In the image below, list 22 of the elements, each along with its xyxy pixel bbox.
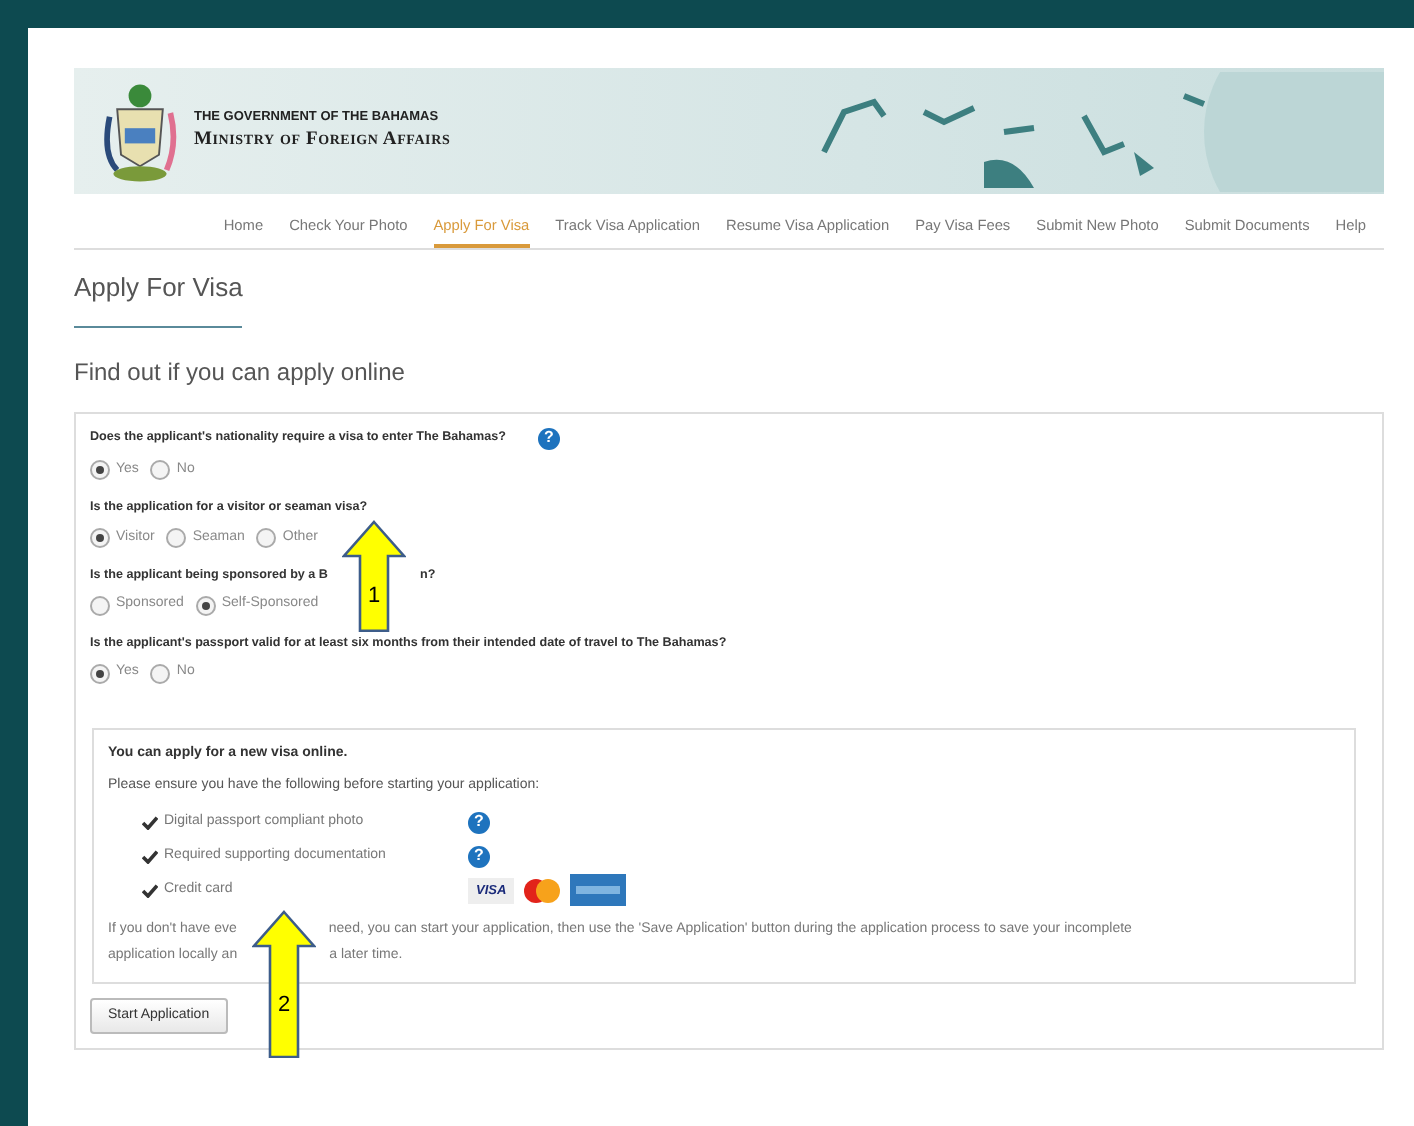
check-icon [142,883,158,898]
check-icon [142,815,158,830]
radio-button[interactable] [90,663,110,684]
radio-button[interactable] [90,527,110,548]
ministry-name: Ministry of Foreign Affairs [194,128,451,155]
section-title: Find out if you can apply online [74,355,407,390]
callout-number: 1 [367,583,381,608]
radio-button[interactable] [90,459,110,480]
help-icon[interactable]: ? [537,427,560,450]
radio-button[interactable] [166,527,187,548]
radio-button[interactable] [90,595,110,616]
help-icon[interactable]: ? [468,845,490,868]
callout-number: 2 [276,992,290,1017]
mastercard-logo [522,877,563,904]
help-icon[interactable]: ? [468,811,490,834]
check-icon [142,849,158,864]
amex-logo [570,874,627,907]
radio-button[interactable] [150,663,171,684]
page-title: Apply For Visa [74,268,243,328]
radio-button[interactable] [150,459,171,480]
radio-button[interactable] [195,595,216,616]
radio-button[interactable] [256,527,277,548]
